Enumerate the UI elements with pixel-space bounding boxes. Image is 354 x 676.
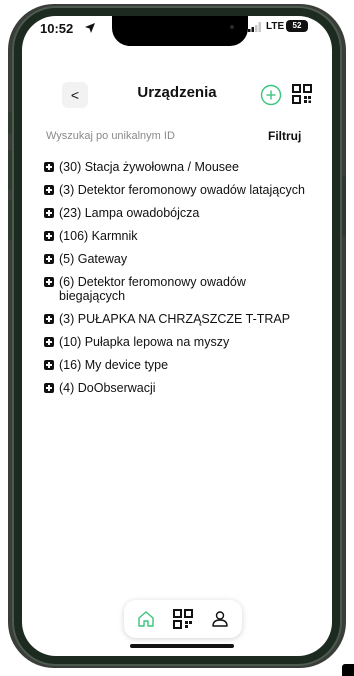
network-label: LTE	[266, 21, 285, 32]
battery-icon: 52	[286, 20, 308, 32]
expand-plus-icon[interactable]	[44, 185, 54, 195]
list-item-label: (106) Karmnik	[59, 229, 138, 243]
expand-plus-icon[interactable]	[44, 277, 54, 287]
plus-circle-icon[interactable]	[260, 84, 282, 106]
list-item[interactable]: (5) Gateway	[44, 252, 314, 266]
search-input[interactable]	[46, 130, 246, 142]
camera-dot	[230, 25, 234, 29]
list-item[interactable]: (23) Lampa owadobójcza	[44, 206, 314, 220]
qr-code-icon[interactable]	[173, 609, 193, 629]
bottom-tab-bar	[124, 600, 242, 638]
list-item-label: (30) Stacja żywołowna / Mousee	[59, 160, 239, 174]
list-item[interactable]: (30) Stacja żywołowna / Mousee	[44, 160, 314, 174]
expand-plus-icon[interactable]	[44, 337, 54, 347]
list-item-label: (3) PUŁAPKA NA CHRZĄSZCZE T-TRAP	[59, 312, 291, 326]
list-item[interactable]: (16) My device type	[44, 358, 314, 372]
list-item[interactable]: (3) Detektor feromonowy owadów latającyc…	[44, 183, 314, 197]
user-icon[interactable]	[210, 609, 230, 629]
list-item[interactable]: (4) DoObserwacji	[44, 381, 314, 395]
expand-plus-icon[interactable]	[44, 314, 54, 324]
list-item-label: (23) Lampa owadobójcza	[59, 206, 200, 220]
silent-switch	[8, 112, 12, 134]
expand-plus-icon[interactable]	[44, 254, 54, 264]
list-item-label: (5) Gateway	[59, 252, 128, 266]
expand-plus-icon[interactable]	[44, 162, 54, 172]
notch	[112, 16, 248, 46]
list-item-label: (6) Detektor feromonowy owadów biegający…	[59, 275, 246, 303]
list-item-label: (10) Pułapka lepowa na myszy	[59, 335, 230, 349]
status-time: 10:52	[40, 21, 74, 36]
location-arrow-icon	[85, 23, 95, 33]
expand-plus-icon[interactable]	[44, 383, 54, 393]
list-item[interactable]: (10) Pułapka lepowa na myszy	[44, 335, 314, 349]
qr-code-icon[interactable]	[292, 84, 312, 104]
list-item[interactable]: (3) PUŁAPKA NA CHRZĄSZCZE T-TRAP	[44, 312, 314, 326]
expand-plus-icon[interactable]	[44, 360, 54, 370]
signal-icon	[248, 22, 261, 32]
power-button	[342, 176, 346, 236]
volume-down-button	[8, 200, 12, 240]
device-type-list: (30) Stacja żywołowna / Mousee (3) Detek…	[44, 160, 314, 404]
home-indicator	[130, 644, 234, 648]
list-item[interactable]: (106) Karmnik	[44, 229, 314, 243]
expand-plus-icon[interactable]	[44, 208, 54, 218]
home-icon[interactable]	[136, 609, 156, 629]
list-item-label: (3) Detektor feromonowy owadów latającyc…	[59, 183, 305, 197]
list-item-label: (4) DoObserwacji	[59, 381, 156, 395]
corner-mark	[342, 664, 354, 676]
filter-button[interactable]: Filtruj	[268, 129, 301, 143]
list-item-label: (16) My device type	[59, 358, 169, 372]
expand-plus-icon[interactable]	[44, 231, 54, 241]
list-item[interactable]: (6) Detektor feromonowy owadów biegający…	[44, 275, 314, 303]
volume-up-button	[8, 150, 12, 190]
